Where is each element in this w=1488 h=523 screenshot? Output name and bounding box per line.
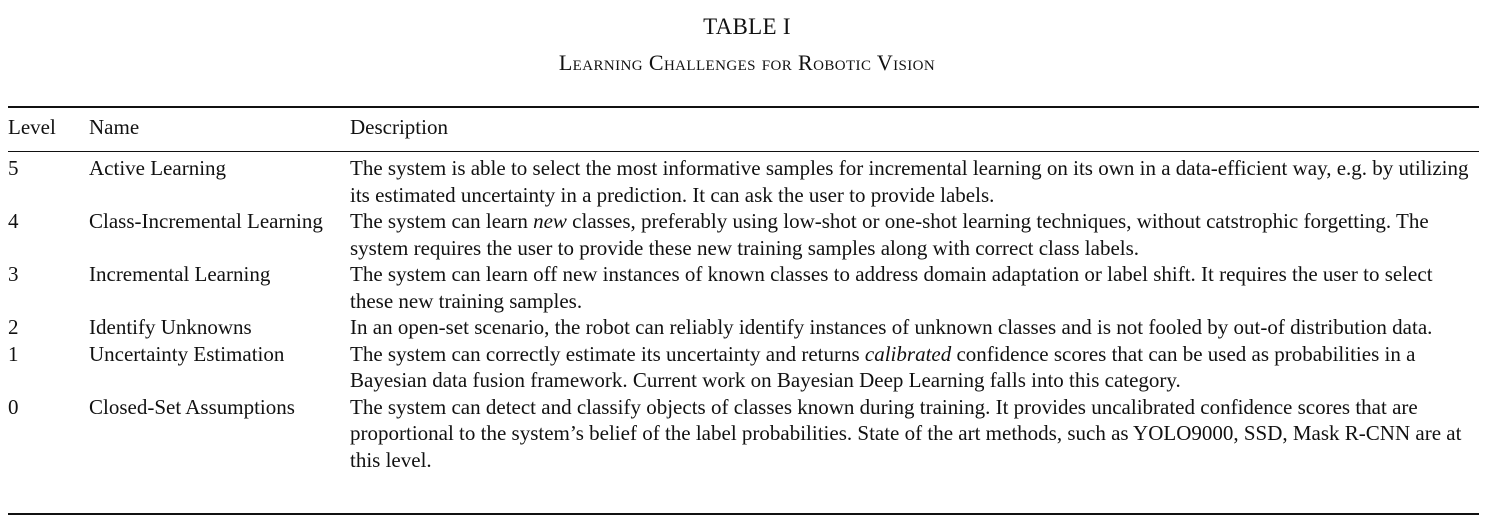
header-row: Level Name Description xyxy=(8,114,1479,150)
table-row: 4 Class-Incremental Learning The system ca… xyxy=(8,208,1479,261)
table-header: Level Name Description xyxy=(8,114,1479,150)
table-row: 0 Closed-Set Assumptions The system can de… xyxy=(8,394,1479,474)
header-level: Level xyxy=(8,115,56,139)
header-description: Description xyxy=(350,115,448,139)
row-level: 5 xyxy=(8,156,19,180)
table-row: 1 Uncertainty Estimation The system can co… xyxy=(8,341,1479,394)
description-text: The system can learn off new instances o… xyxy=(350,262,1433,313)
bottom-rule xyxy=(8,513,1479,515)
row-name: Identify Unknowns xyxy=(89,315,252,339)
description-emphasis: new xyxy=(533,209,567,233)
row-level: 4 xyxy=(8,209,19,233)
row-level: 1 xyxy=(8,341,19,366)
description-text: The system can learn xyxy=(350,209,534,233)
table-number: TABLE I xyxy=(703,14,791,39)
row-name: Class-Incremental Learning xyxy=(89,209,323,233)
row-description: The system is able to select the most in… xyxy=(350,150,1479,208)
row-name: Active Learning xyxy=(89,156,227,180)
row-description: The system can detect and classify objec… xyxy=(350,394,1479,474)
top-rule xyxy=(8,106,1479,108)
table-row: 2 Identify Unknowns In an open-set scenari… xyxy=(8,314,1479,341)
row-description: In an open-set scenario, the robot can r… xyxy=(350,314,1479,341)
header-name: Name xyxy=(89,115,140,139)
row-description: The system can learn new classes, prefer… xyxy=(350,208,1479,261)
row-description: The system can correctly estimate its un… xyxy=(350,341,1479,394)
challenges-table: Level Name Description 5 Active Learning T… xyxy=(8,114,1479,473)
description-text: The system is able to select the most in… xyxy=(350,156,1469,207)
row-level: 0 xyxy=(8,394,19,419)
row-name: Closed-Set Assumptions xyxy=(89,394,295,419)
description-emphasis: calibrated xyxy=(864,341,952,366)
row-level: 3 xyxy=(8,262,19,286)
description-text: The system can detect and classify objec… xyxy=(350,394,1462,472)
description-text: In an open-set scenario, the robot can r… xyxy=(350,315,1433,339)
row-name: Incremental Learning xyxy=(89,262,271,286)
row-level: 2 xyxy=(8,315,19,339)
description-text: The system can correctly estimate its un… xyxy=(350,341,865,366)
table-row: 3 Incremental Learning The system can lear… xyxy=(8,261,1479,314)
table-title: Learning Challenges for Robotic Vision xyxy=(558,50,936,75)
table-row: 5 Active Learning The system is able to se… xyxy=(8,150,1479,208)
row-name: Uncertainty Estimation xyxy=(89,341,285,366)
row-description: The system can learn off new instances o… xyxy=(350,261,1479,314)
table-body: 5 Active Learning The system is able to se… xyxy=(8,150,1479,473)
